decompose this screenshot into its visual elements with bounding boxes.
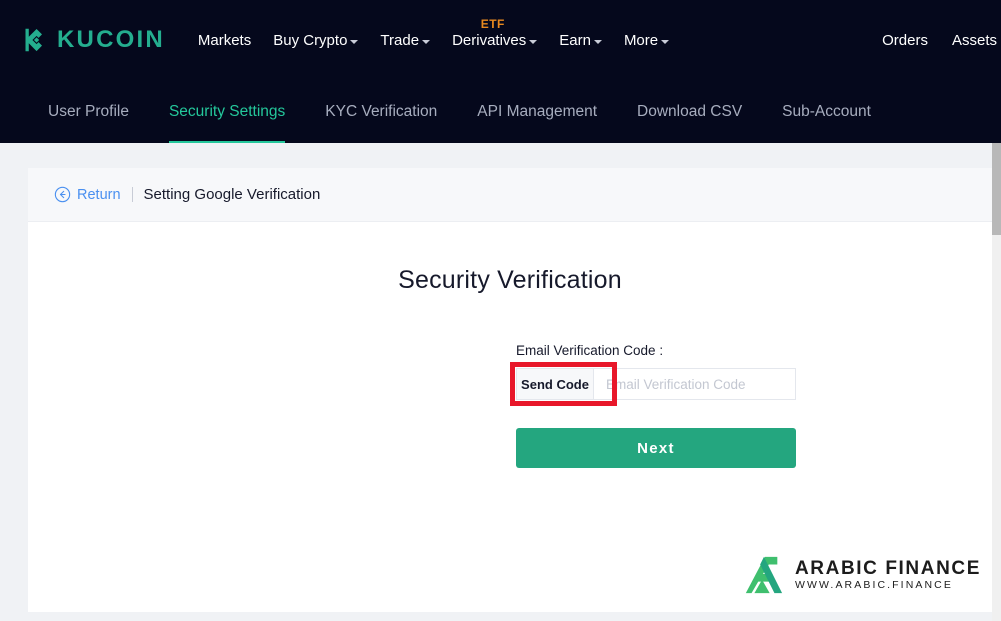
tab-label: Security Settings [168, 103, 286, 120]
nav-item-derivatives[interactable]: ETF Derivatives [452, 0, 538, 80]
breadcrumb: Return Setting Google Verification [28, 168, 992, 222]
circle-arrow-left-icon [54, 186, 71, 203]
tab-label: KYC Verification [325, 103, 438, 120]
email-code-row: Send Code [510, 362, 796, 406]
nav-label: Earn [559, 31, 591, 49]
nav-item-more[interactable]: More [623, 0, 670, 80]
tab-label: User Profile [48, 103, 129, 120]
content-card: Return Setting Google Verification Secur… [28, 168, 992, 612]
page-content: Return Setting Google Verification Secur… [0, 143, 1001, 621]
account-tabs: User Profile Security Settings KYC Verif… [0, 80, 1001, 144]
security-verification-heading: Security Verification [398, 266, 622, 294]
nav-item-orders[interactable]: Orders [882, 0, 928, 80]
vertical-scrollbar-thumb[interactable] [992, 143, 1001, 235]
nav-label: Orders [882, 31, 928, 49]
tab-api-management[interactable]: API Management [477, 80, 597, 144]
nav-label: Trade [380, 31, 420, 49]
tab-sub-account[interactable]: Sub-Account [782, 80, 871, 144]
nav-item-buy-crypto[interactable]: Buy Crypto [273, 0, 359, 80]
email-verification-code-input[interactable] [593, 368, 796, 400]
verification-form: Email Verification Code : Send Code Next [510, 343, 796, 468]
tab-label: Sub-Account [782, 103, 871, 120]
chevron-down-icon [529, 39, 538, 44]
return-link[interactable]: Return [54, 186, 121, 203]
next-button[interactable]: Next [516, 428, 796, 468]
nav-label: Derivatives [452, 31, 527, 49]
brand-name: KUCOIN [57, 26, 165, 53]
header-right-actions: Orders Assets [882, 0, 1001, 80]
return-label: Return [77, 186, 121, 203]
kucoin-logo-icon [18, 25, 48, 55]
nav-label: Buy Crypto [273, 31, 348, 49]
nav-label: More [623, 31, 659, 49]
email-code-label: Email Verification Code : [516, 343, 664, 358]
watermark-subtitle: WWW.ARABIC.FINANCE [794, 579, 953, 592]
watermark: ARABIC FINANCE WWW.ARABIC.FINANCE [741, 554, 981, 596]
chevron-down-icon [422, 39, 431, 44]
watermark-text: ARABIC FINANCE WWW.ARABIC.FINANCE [795, 559, 981, 591]
tab-label: API Management [477, 103, 598, 120]
tab-label: Download CSV [637, 103, 743, 120]
watermark-title: ARABIC FINANCE [794, 558, 981, 580]
etf-badge: ETF [480, 17, 505, 31]
nav-label: Markets [197, 31, 252, 49]
nav-label: Assets [951, 31, 997, 49]
chevron-down-icon [350, 39, 359, 44]
tab-kyc-verification[interactable]: KYC Verification [325, 80, 437, 144]
card-body: Security Verification Email Verification… [28, 222, 992, 612]
nav-item-earn[interactable]: Earn [559, 0, 602, 80]
tab-user-profile[interactable]: User Profile [48, 80, 129, 144]
send-code-button[interactable]: Send Code [516, 368, 593, 400]
nav-item-assets[interactable]: Assets [952, 0, 997, 80]
nav-item-markets[interactable]: Markets [198, 0, 251, 80]
chevron-down-icon [661, 39, 670, 44]
nav-item-trade[interactable]: Trade [380, 0, 431, 80]
arabic-finance-logo-icon [741, 554, 785, 596]
top-header: KUCOIN Markets Buy Crypto Trade ETF Deri… [0, 0, 1001, 80]
tab-download-csv[interactable]: Download CSV [637, 80, 742, 144]
tab-security-settings[interactable]: Security Settings [168, 80, 286, 144]
chevron-down-icon [593, 39, 602, 44]
page-title: Setting Google Verification [143, 186, 321, 203]
main-navigation: Markets Buy Crypto Trade ETF Derivatives… [198, 0, 670, 80]
kucoin-brand-logo[interactable]: KUCOIN [18, 25, 165, 55]
breadcrumb-divider [131, 187, 133, 202]
